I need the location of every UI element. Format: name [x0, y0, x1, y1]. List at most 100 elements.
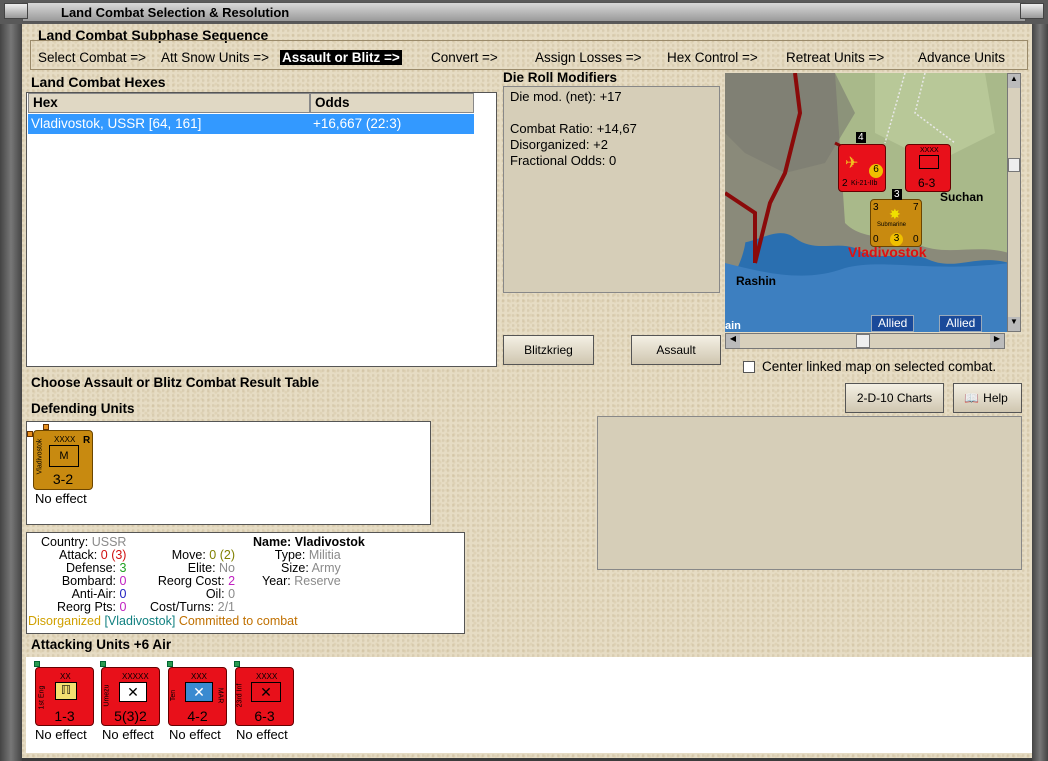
hexes-title: Land Combat Hexes: [31, 74, 166, 90]
map-hscrollbar[interactable]: ◀ ▶: [725, 333, 1005, 349]
map-unit-sub-bl: 0: [873, 234, 879, 245]
combat-ratio: Combat Ratio: +14,67: [510, 121, 637, 136]
status-disorganized: Disorganized: [28, 614, 101, 628]
attacking-unit-3[interactable]: XXX Ten MAR ✕ 4-2: [168, 667, 227, 726]
allied-badge-1: Allied: [871, 315, 915, 332]
title-bar[interactable]: Land Combat Selection & Resolution: [22, 2, 1026, 22]
bombard-label: Bombard:: [61, 574, 117, 588]
vscroll-thumb[interactable]: [1008, 158, 1020, 172]
size-value: Army: [311, 561, 341, 575]
move-value: 0: [209, 548, 217, 562]
phase-advance[interactable]: Advance Units: [918, 50, 1005, 65]
map-unit-army[interactable]: XXXX 6-3: [905, 144, 951, 192]
map-edge-label: ain: [725, 320, 741, 332]
fractional-odds: Fractional Odds: 0: [510, 153, 617, 168]
unit-status-line: Disorganized [Vladivostok] Committed to …: [28, 615, 298, 628]
name-value: Vladivostok: [294, 535, 365, 549]
country-label: Country:: [41, 535, 89, 549]
aa-value: 0: [119, 587, 127, 601]
map-unit-bomber[interactable]: 2 Ki-21-IIb 6 ✈: [838, 144, 886, 192]
attacking-unit-2-side: Umezu: [103, 684, 111, 707]
infantry-icon: ✕: [251, 682, 281, 702]
scroll-right-icon[interactable]: ▶: [990, 334, 1004, 348]
help-button[interactable]: 📖 Help: [953, 383, 1022, 413]
attacking-unit-4[interactable]: XXXX 23rd Inf ✕ 6-3: [235, 667, 294, 726]
attacking-unit-4-size: XXXX: [256, 672, 278, 681]
defending-unit-size: XXXX: [54, 435, 76, 444]
marine-icon: ✕: [185, 682, 213, 702]
elite-label: Elite:: [187, 561, 216, 575]
phase-convert[interactable]: Convert =>: [431, 50, 498, 65]
phase-assign-losses[interactable]: Assign Losses =>: [535, 50, 642, 65]
name-label: Name:: [253, 535, 292, 549]
type-label: Type:: [274, 548, 306, 562]
phase-retreat[interactable]: Retreat Units =>: [786, 50, 884, 65]
attack-bracket: (3): [111, 548, 127, 562]
map-vscrollbar[interactable]: ▲ ▼: [1007, 73, 1021, 332]
defending-unit-side: Vladivostok: [36, 438, 44, 475]
militia-icon: M: [49, 445, 79, 467]
year-value: Reserve: [294, 574, 341, 588]
minimize-button[interactable]: [4, 3, 28, 19]
close-button[interactable]: [1020, 3, 1044, 19]
attacking-unit-3-side: Ten: [170, 689, 178, 702]
unit-info-left: Country: USSR Attack: 0 (3) Defense: 3 B…: [41, 536, 126, 614]
defending-title: Defending Units: [31, 401, 135, 416]
attacking-unit-4-side: 23rd Inf: [236, 683, 244, 708]
phase-select-combat[interactable]: Select Combat =>: [38, 50, 146, 65]
attacking-unit-1[interactable]: XX 1st Eng ℿ 1-3: [35, 667, 94, 726]
blitzkrieg-button[interactable]: Blitzkrieg: [503, 335, 594, 365]
move-label: Move:: [171, 548, 206, 562]
center-map-checkbox[interactable]: [743, 361, 755, 373]
odds-cell: +16,667 (22:3): [313, 116, 402, 131]
reorg-cost-value: 2: [228, 574, 236, 588]
attacking-unit-2-value: 5(3)2: [114, 708, 147, 724]
map-unit-submarine[interactable]: 3 7 Submarine 0 0 3 ✸: [870, 199, 922, 247]
map-unit-sub-mid: 3: [890, 233, 903, 246]
die-mod-net: Die mod. (net): +17: [510, 89, 622, 104]
elite-value: No: [219, 561, 236, 575]
attacking-unit-2[interactable]: XXXXX Umezu ✕ 5(3)2: [101, 667, 160, 726]
hex-cell: Vladivostok, USSR [64, 161]: [31, 116, 202, 131]
defending-unit[interactable]: XXXX R Vladivostok M 3-2: [33, 430, 93, 490]
status-location: [Vladivostok]: [104, 614, 176, 628]
map-view[interactable]: Vladivostok Suchan Rashin ain 2 Ki-21-II…: [725, 73, 1009, 332]
defense-label: Defense:: [66, 561, 117, 575]
attacking-unit-2-size: XXXXX: [122, 672, 149, 681]
defending-unit-tag: R: [83, 435, 91, 446]
scroll-left-icon[interactable]: ◀: [726, 334, 740, 348]
attacking-unit-3-status: No effect: [169, 727, 221, 742]
map-unit-army-value: 6-3: [918, 176, 936, 190]
map-unit-army-size: XXXX: [920, 147, 939, 154]
right-border: [1032, 24, 1048, 761]
column-header-hex[interactable]: Hex: [28, 93, 310, 113]
oil-value: 0: [228, 587, 236, 601]
attacking-unit-4-status: No effect: [236, 727, 288, 742]
assault-button[interactable]: Assault: [631, 335, 721, 365]
scroll-up-icon[interactable]: ▲: [1008, 74, 1020, 88]
phase-att-snow[interactable]: Att Snow Units =>: [161, 50, 269, 65]
charts-button[interactable]: 2-D-10 Charts: [845, 383, 944, 413]
reorg-cost-label: Reorg Cost:: [157, 574, 225, 588]
column-header-odds[interactable]: Odds: [310, 93, 474, 113]
scroll-down-icon[interactable]: ▼: [1008, 317, 1020, 331]
table-row[interactable]: Vladivostok, USSR [64, 161] +16,667 (22:…: [28, 114, 474, 134]
unit-info-right: Type: Militia Size: Army Year: Reserve: [262, 549, 341, 588]
bombard-value: 0: [119, 574, 127, 588]
phase-hex-control[interactable]: Hex Control =>: [667, 50, 758, 65]
plane-icon: ✈: [845, 155, 859, 172]
allied-badge-2: Allied: [939, 315, 983, 332]
year-label: Year:: [262, 574, 291, 588]
map-stack-count: 4: [856, 132, 866, 143]
status-committed: Committed to combat: [178, 614, 298, 628]
defending-unit-value: 3-2: [52, 471, 74, 487]
attacking-unit-3-side2: MAR: [216, 687, 224, 704]
reorg-label: Reorg Pts:: [56, 600, 117, 614]
hscroll-thumb[interactable]: [856, 334, 870, 348]
attacking-unit-3-value: 4-2: [187, 708, 208, 724]
country-value: USSR: [91, 535, 127, 549]
attack-label: Attack:: [59, 548, 98, 562]
center-map-label: Center linked map on selected combat.: [762, 359, 997, 374]
attacking-title: Attacking Units +6 Air: [31, 637, 172, 652]
phase-assault-blitz[interactable]: Assault or Blitz =>: [280, 50, 402, 65]
